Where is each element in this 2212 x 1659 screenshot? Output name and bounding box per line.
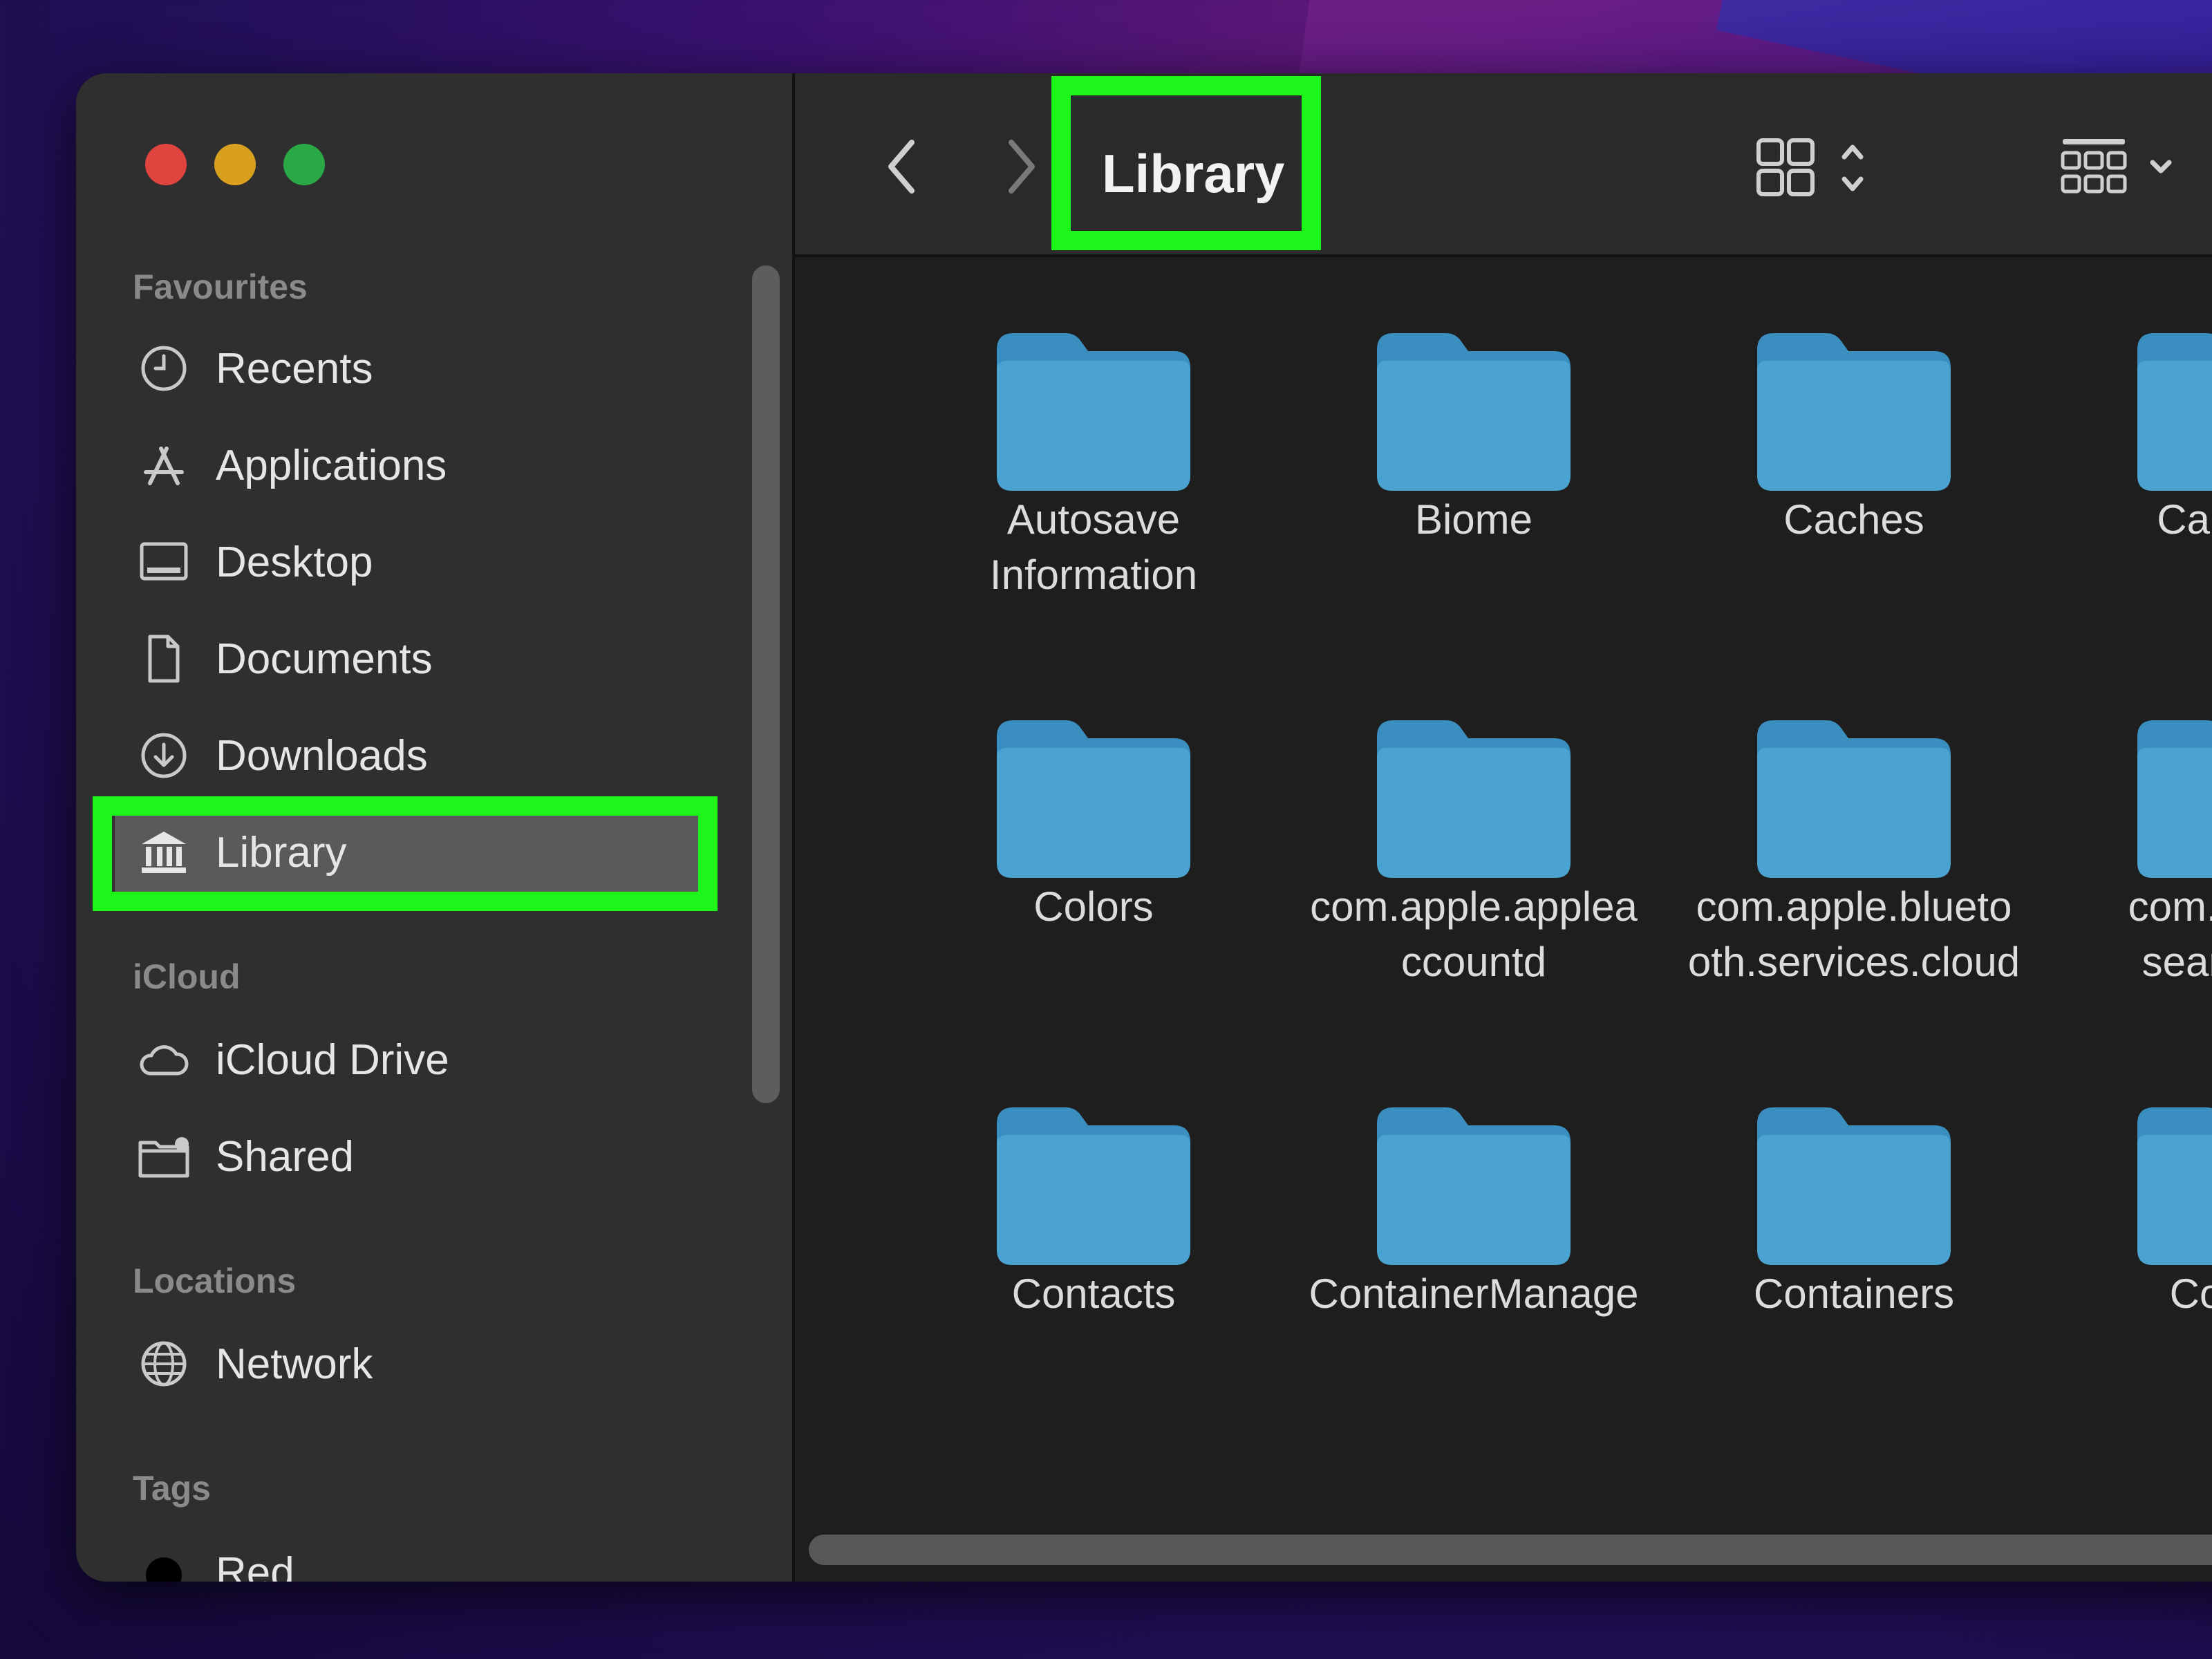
section-locations: Locations — [133, 1262, 297, 1300]
folder-item[interactable]: Cookie — [2044, 257, 2212, 1317]
folder-icon — [990, 322, 1197, 496]
sidebar-item-icloud-drive[interactable]: iCloud Drive — [133, 1015, 713, 1105]
clock-icon — [133, 337, 195, 400]
sidebar-item-label: iCloud Drive — [216, 1035, 449, 1084]
horizontal-scrollbar[interactable] — [809, 1535, 2212, 1565]
sidebar-item-network[interactable]: Network — [133, 1319, 713, 1409]
folder-icon — [2130, 709, 2212, 883]
sidebar-item-label: Documents — [216, 635, 433, 683]
sidebar-item-label: Recents — [216, 344, 373, 393]
folder-icon — [1370, 1096, 1577, 1271]
group-view-icon — [2061, 139, 2172, 194]
folder-name: Biome — [1414, 496, 1533, 543]
desktop-icon — [133, 531, 195, 593]
folder-icon — [990, 1096, 1197, 1271]
folder-item[interactable]: Containers — [1664, 257, 2044, 1317]
zoom-window-button[interactable] — [283, 144, 325, 185]
download-icon — [133, 724, 195, 787]
folder-name: Autosave Information — [989, 496, 1198, 598]
globe-icon — [133, 1333, 195, 1395]
toolbar: Library — [795, 73, 2212, 257]
folder-name: Colors — [1033, 883, 1154, 930]
shared-folder-icon — [133, 1125, 195, 1188]
folder-name: com.apple.applea ccountd — [1310, 883, 1638, 985]
folder-icon — [1750, 1096, 1958, 1271]
folder-name: com.apple.blueto oth.services.cloud — [1687, 883, 2021, 985]
section-favourites: Favourites — [133, 268, 308, 306]
folder-name: com.apple.i searchpar — [2128, 883, 2212, 985]
section-icloud: iCloud — [133, 957, 241, 996]
folder-icon — [1750, 322, 1958, 496]
folder-icon — [1370, 322, 1577, 496]
sidebar-item-label: Network — [216, 1340, 373, 1388]
close-window-button[interactable] — [145, 144, 187, 185]
folder-name: Contacts — [1011, 1271, 1176, 1317]
sidebar-item-tag-red[interactable]: Red — [133, 1528, 713, 1582]
sidebar-item-desktop[interactable]: Desktop — [133, 517, 713, 607]
folder-icon — [1370, 709, 1577, 883]
sidebar-item-label: Desktop — [216, 538, 373, 586]
applications-icon — [133, 434, 195, 496]
sidebar-item-downloads[interactable]: Downloads — [133, 711, 713, 800]
tag-dot-icon — [133, 1541, 195, 1582]
view-mode-button[interactable] — [1756, 130, 1894, 206]
sidebar-item-label: Downloads — [216, 731, 428, 780]
folder-name: ContainerManage — [1309, 1271, 1639, 1317]
sidebar-item-shared[interactable]: Shared — [133, 1112, 713, 1201]
chevron-right-icon — [1009, 140, 1035, 194]
section-tags: Tags — [133, 1469, 211, 1508]
chevron-left-icon — [888, 140, 915, 194]
sidebar-item-recents[interactable]: Recents — [133, 324, 713, 413]
sidebar: Favourites Recents Applications Desktop … — [76, 73, 795, 1582]
sidebar-item-label: Red — [216, 1548, 294, 1582]
folder-icon — [990, 709, 1197, 883]
folder-name: Cookie — [2169, 1271, 2212, 1317]
folder-name: Containers — [1753, 1271, 1955, 1317]
folder-icon — [1750, 709, 1958, 883]
folder-grid: AccountsApplication ScriptsApplication S… — [795, 257, 2212, 1533]
back-button[interactable] — [864, 129, 940, 205]
minimize-window-button[interactable] — [214, 144, 256, 185]
folder-name: Caches — [1783, 496, 1924, 543]
document-icon — [133, 628, 195, 690]
highlight-box — [93, 796, 718, 911]
folder-icon — [2130, 322, 2212, 496]
group-button[interactable] — [2060, 130, 2198, 206]
icon-view-icon — [1756, 138, 1864, 196]
folder-item[interactable]: ContainerManage — [1284, 257, 1664, 1317]
folder-icon — [2130, 1096, 2212, 1271]
main-content: Library Autosave Information Biome Cache… — [795, 73, 2212, 1582]
sidebar-item-documents[interactable]: Documents — [133, 614, 713, 704]
sidebar-item-applications[interactable]: Applications — [133, 420, 713, 510]
cloud-icon — [133, 1029, 195, 1091]
highlight-box — [1051, 76, 1321, 250]
folder-item[interactable]: Contacts — [903, 257, 1284, 1317]
forward-button[interactable] — [983, 129, 1059, 205]
folder-name: Calenda — [2157, 496, 2212, 543]
finder-window: Favourites Recents Applications Desktop … — [76, 73, 2212, 1582]
sidebar-item-label: Applications — [216, 441, 447, 489]
sidebar-item-label: Shared — [216, 1132, 354, 1181]
sidebar-scrollbar[interactable] — [752, 265, 780, 1103]
